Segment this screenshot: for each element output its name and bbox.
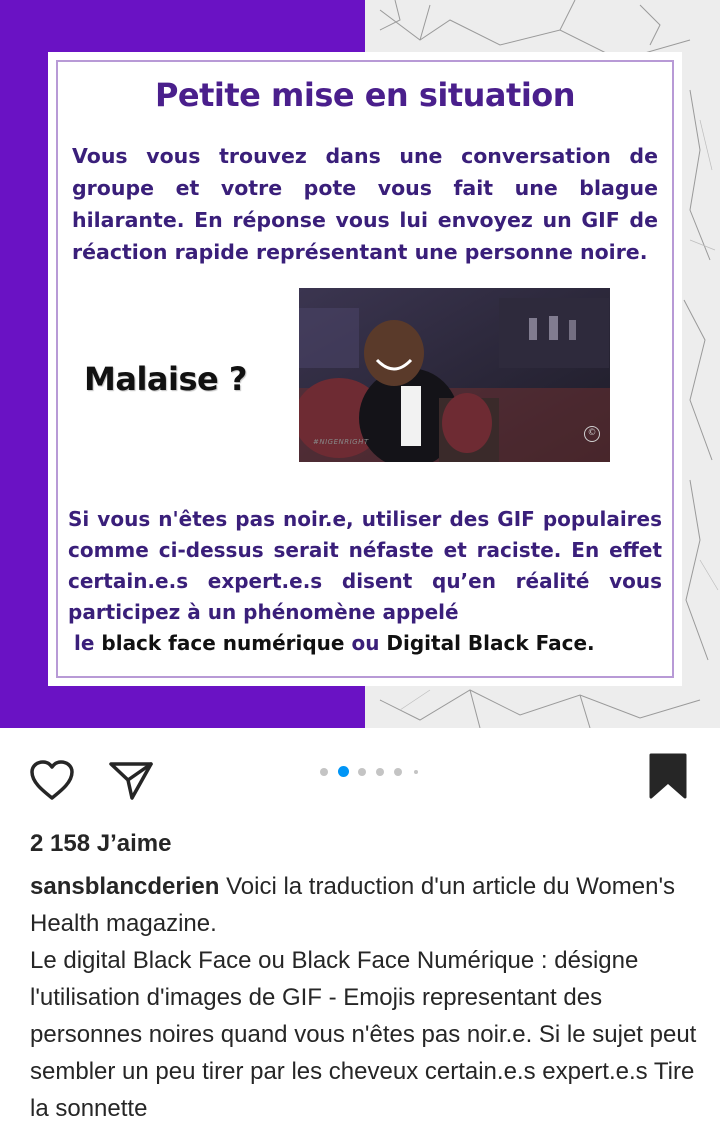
le-word: le [74,631,95,655]
carousel-indicator [320,766,420,778]
info-card: Petite mise en situation Vous vous trouv… [48,52,682,686]
like-count[interactable]: 2 158 J’aime [30,830,171,858]
scenario-paragraph: Vous vous trouvez dans une conversation … [72,144,658,264]
carousel-dot [376,768,384,776]
carousel-dot [394,768,402,776]
paper-plane-icon[interactable] [108,760,154,802]
explanation-text: Si vous n'êtes pas noir.e, utiliser des … [68,507,662,624]
caption-username[interactable]: sansblancderien [30,873,219,900]
gif-scene-illustration [299,288,610,462]
explanation-last-line: le black face numérique ou Digital Black… [68,628,662,659]
caption-text-continued: Le digital Black Face ou Black Face Numé… [30,947,697,1122]
card-title: Petite mise en situation [154,76,576,114]
carousel-dot-active [338,766,349,777]
heart-outline-icon[interactable] [28,758,76,802]
reaction-gif-image: #NIGENRIGHT © [299,288,610,462]
post-action-bar [0,728,720,828]
term-digital-black-face: Digital Black Face. [386,631,595,655]
channel-logo-icon: © [584,426,600,442]
explanation-paragraph: Si vous n'êtes pas noir.e, utiliser des … [68,504,662,659]
post-caption: sansblancderien Voici la traduction d'un… [30,868,700,1125]
carousel-dot [358,768,366,776]
gif-watermark: #NIGENRIGHT [313,438,369,446]
bookmark-filled-icon[interactable] [648,752,688,800]
term-black-face-numerique: black face numérique [101,631,345,655]
carousel-dot [414,770,418,774]
post-image[interactable]: Petite mise en situation Vous vous trouv… [0,0,720,728]
carousel-dot [320,768,328,776]
malaise-heading: Malaise ? [84,360,247,398]
ou-word: ou [351,631,380,655]
